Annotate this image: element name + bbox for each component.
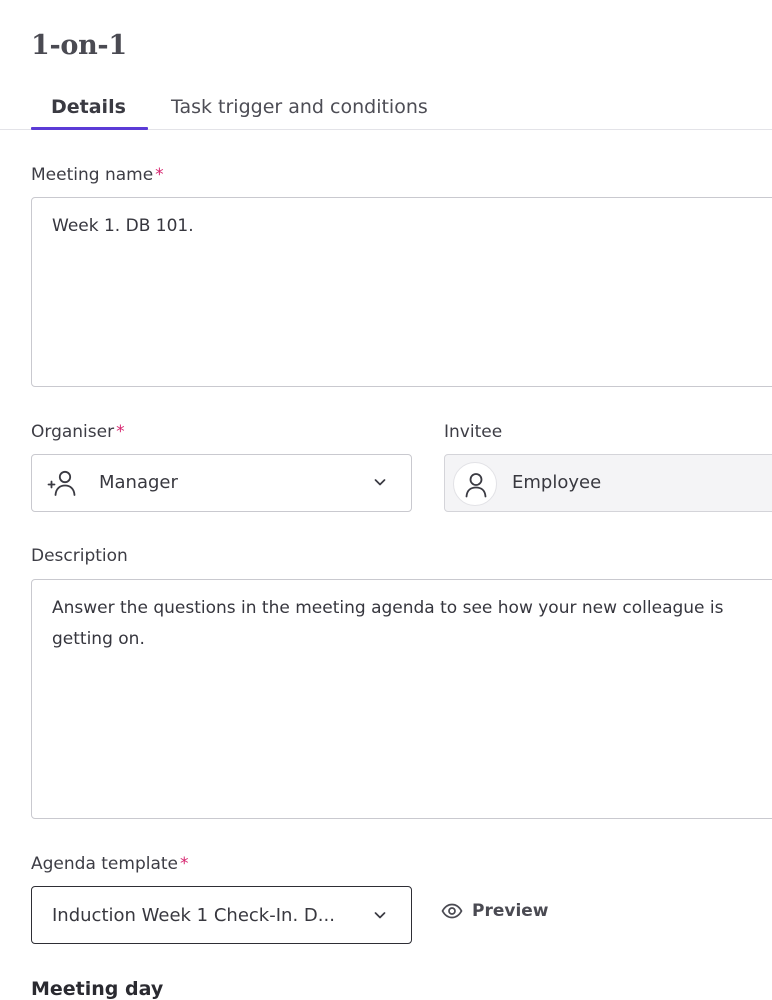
description-field[interactable]: Answer the questions in the meeting agen… — [31, 579, 772, 819]
eye-icon — [441, 903, 463, 919]
preview-label: Preview — [472, 901, 549, 921]
chevron-down-icon — [374, 479, 386, 486]
preview-button[interactable]: Preview — [441, 898, 549, 924]
meeting-name-label: Meeting name * — [31, 165, 164, 185]
meeting-name-label-text: Meeting name — [31, 165, 154, 185]
invitee-label: Invitee — [444, 422, 503, 442]
add-person-icon — [47, 470, 76, 496]
tab-task-trigger-and-conditions[interactable]: Task trigger and conditions — [171, 96, 428, 118]
organiser-select[interactable]: Manager — [31, 454, 412, 512]
organiser-label: Organiser * — [31, 422, 125, 442]
page-title: 1-on-1 — [31, 30, 127, 61]
meeting-day-heading: Meeting day — [31, 978, 164, 1000]
invitee-value: Employee — [512, 472, 602, 493]
person-icon — [465, 473, 487, 498]
active-tab-indicator — [31, 127, 148, 130]
required-mark: * — [155, 165, 164, 185]
chevron-down-icon — [374, 912, 386, 919]
tab-details[interactable]: Details — [51, 96, 126, 118]
agenda-template-select[interactable]: Induction Week 1 Check-In. D... — [31, 886, 412, 944]
organiser-label-text: Organiser — [31, 422, 115, 442]
meeting-name-field[interactable]: Week 1. DB 101. — [31, 197, 772, 387]
required-mark: * — [116, 422, 125, 442]
required-mark: * — [180, 854, 189, 874]
invitee-field: Employee — [444, 454, 772, 512]
agenda-template-value: Induction Week 1 Check-In. D... — [52, 905, 335, 926]
organiser-value: Manager — [99, 472, 178, 493]
tab-bar: Details Task trigger and conditions — [0, 84, 772, 130]
avatar — [453, 462, 497, 506]
description-label: Description — [31, 546, 128, 566]
agenda-template-label: Agenda template * — [31, 854, 189, 874]
agenda-template-label-text: Agenda template — [31, 854, 179, 874]
